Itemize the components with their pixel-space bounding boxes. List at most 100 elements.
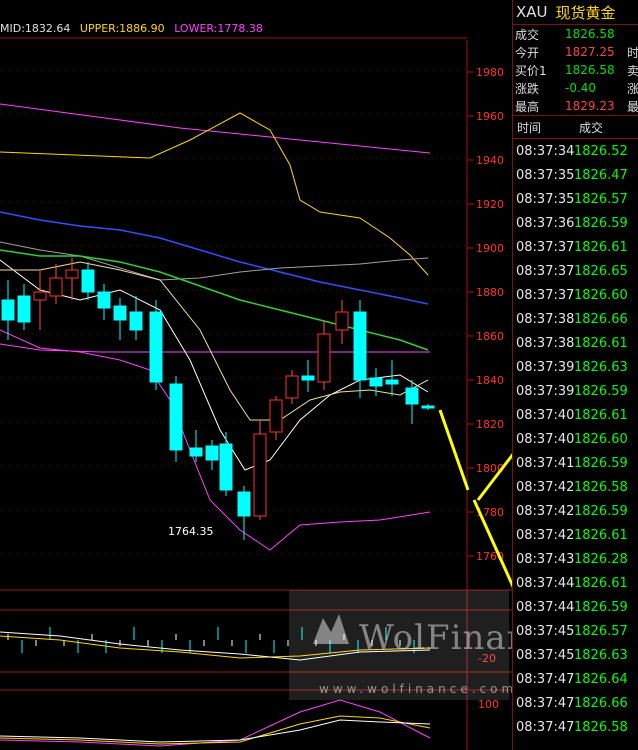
candle-body xyxy=(369,377,383,387)
price-tick-label: 1920 xyxy=(476,198,504,211)
quote-row: 买价1 1826.58 卖 xyxy=(513,61,638,79)
tick-row[interactable]: 08:37:37 1826.60 xyxy=(513,283,638,307)
candle-body xyxy=(49,277,63,297)
tick-price: 1826.58 xyxy=(574,719,628,735)
tick-time: 08:37:40 xyxy=(516,431,575,447)
price-tick-label: 1840 xyxy=(476,374,504,387)
candle-body xyxy=(285,375,299,399)
quote-value: 1826.58 xyxy=(565,27,615,41)
tick-row[interactable]: 08:37:45 1826.63 xyxy=(513,643,638,667)
tick-row[interactable]: 08:37:37 1826.61 xyxy=(513,235,638,259)
lower-value: LOWER:1778.38 xyxy=(174,22,263,35)
quote-value: 1826.58 xyxy=(565,63,615,77)
candle-body xyxy=(219,443,233,491)
candle-body xyxy=(353,311,367,381)
kline-chart-area[interactable]: 1980 1960 1940 1920 1900 1880 1860 1840 1820 1800… xyxy=(0,0,570,750)
tick-time: 08:37:34 xyxy=(516,143,575,159)
tick-price: 1826.66 xyxy=(574,695,628,711)
tick-time: 08:37:41 xyxy=(516,455,575,471)
candle-body xyxy=(237,491,251,517)
tick-time: 08:37:47 xyxy=(516,695,575,711)
upper-band-line xyxy=(0,103,431,154)
candle-body xyxy=(317,333,331,383)
candle-body xyxy=(17,295,31,323)
tick-row[interactable]: 08:37:42 1826.61 xyxy=(513,523,638,547)
tick-price: 1826.57 xyxy=(574,191,628,207)
tick-row[interactable]: 08:37:47 1826.64 xyxy=(513,667,638,691)
tick-price: 1826.61 xyxy=(574,527,628,543)
price-tick-label: 1880 xyxy=(476,286,504,299)
tick-price: 1826.52 xyxy=(574,143,628,159)
quote-label: 今开 xyxy=(515,45,540,60)
tick-row[interactable]: 08:37:35 1826.57 xyxy=(513,187,638,211)
tick-row[interactable]: 08:37:40 1826.60 xyxy=(513,427,638,451)
tick-time: 08:37:43 xyxy=(516,551,575,567)
tick-row[interactable]: 08:37:40 1826.61 xyxy=(513,403,638,427)
quote-panel: XAU 现货黄金 成交 1826.58 今开 1827.25 时买价1 1826.58 卖涨… xyxy=(512,0,638,750)
tick-time: 08:37:42 xyxy=(516,527,575,543)
candle-body xyxy=(335,311,349,331)
kdj-line-white xyxy=(0,719,431,743)
low-annotation: 1764.35 xyxy=(168,525,214,538)
tick-row[interactable]: 08:37:42 1826.59 xyxy=(513,499,638,523)
price-tick-label: 1960 xyxy=(476,110,504,123)
candle-body xyxy=(253,433,267,517)
tick-time: 08:37:35 xyxy=(516,191,575,207)
candle-body xyxy=(301,375,315,381)
tick-row[interactable]: 08:37:39 1826.63 xyxy=(513,355,638,379)
tick-price: 1826.59 xyxy=(574,455,628,471)
quote-label: 成交 xyxy=(515,27,540,42)
quote-label: 买价1 xyxy=(515,63,547,78)
kdj-line-magenta xyxy=(0,699,431,747)
tick-price: 1826.59 xyxy=(574,503,628,519)
tick-row[interactable]: 08:37:43 1826.28 xyxy=(513,547,638,571)
tick-price: 1826.61 xyxy=(574,335,628,351)
candle-body xyxy=(149,311,163,383)
candle-body xyxy=(113,305,127,321)
candle-body xyxy=(33,291,47,301)
tick-row[interactable]: 08:37:45 1826.57 xyxy=(513,619,638,643)
tick-list[interactable]: 08:37:34 1826.52 08:37:35 1826.47 08:37:35 18… xyxy=(513,139,638,739)
tick-time: 08:37:37 xyxy=(516,239,575,255)
tick-time: 08:37:47 xyxy=(516,671,575,687)
watermark-url: www.wolfinance.com xyxy=(319,682,518,696)
tick-time: 08:37:37 xyxy=(516,263,575,279)
tick-time: 08:37:44 xyxy=(516,575,575,591)
tick-row[interactable]: 08:37:35 1826.47 xyxy=(513,163,638,187)
tick-time: 08:37:37 xyxy=(516,287,575,303)
candle-body xyxy=(385,379,399,385)
tick-row[interactable]: 08:37:37 1826.65 xyxy=(513,259,638,283)
tick-time: 08:37:45 xyxy=(516,647,575,663)
tick-row[interactable]: 08:37:34 1826.52 xyxy=(513,139,638,163)
candle-body xyxy=(189,447,203,457)
tick-row[interactable]: 08:37:39 1826.59 xyxy=(513,379,638,403)
tick-row[interactable]: 08:37:44 1826.61 xyxy=(513,571,638,595)
quote-value: 1827.25 xyxy=(565,45,615,59)
mid-value: MID:1832.64 xyxy=(0,22,71,35)
tick-row[interactable]: 08:37:42 1826.58 xyxy=(513,475,638,499)
price-tick-label: 1940 xyxy=(476,154,504,167)
quote-label: 最高 xyxy=(515,99,540,114)
price-tick-label: 1980 xyxy=(476,66,504,79)
tick-row[interactable]: 08:37:38 1826.61 xyxy=(513,331,638,355)
quote-label: 涨跌 xyxy=(515,81,540,96)
tick-row[interactable]: 08:37:41 1826.59 xyxy=(513,451,638,475)
yellow-ma-upper xyxy=(0,112,429,276)
quote-row: 今开 1827.25 时 xyxy=(513,43,638,61)
quote-row: 涨跌 -0.40 涨 xyxy=(513,79,638,97)
gray-ma-line xyxy=(0,241,429,281)
kdj-line-yellow xyxy=(0,715,431,745)
candle-body xyxy=(269,399,283,433)
tick-row[interactable]: 08:37:47 1826.66 xyxy=(513,691,638,715)
tick-row[interactable]: 08:37:38 1826.66 xyxy=(513,307,638,331)
ticks-header: 时间 成交 xyxy=(513,116,638,138)
quote-extra: 时 xyxy=(627,45,638,60)
price-tick-label: 1820 xyxy=(476,418,504,431)
quote-extra: 卖 xyxy=(627,63,638,78)
tick-price: 1826.63 xyxy=(574,359,628,375)
tick-row[interactable]: 08:37:47 1826.58 xyxy=(513,715,638,739)
tick-time: 08:37:38 xyxy=(516,335,575,351)
tick-row[interactable]: 08:37:44 1826.59 xyxy=(513,595,638,619)
symbol-code: XAU xyxy=(516,3,548,21)
tick-row[interactable]: 08:37:36 1826.59 xyxy=(513,211,638,235)
